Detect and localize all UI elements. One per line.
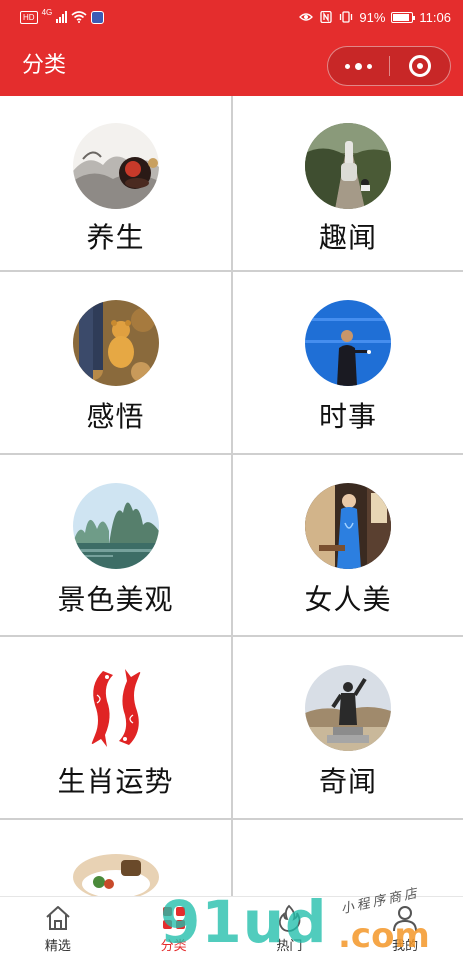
category-grid: 养生 趣闻 感悟 时事 景色美观 女人美 生肖运势 奇闻 [0,96,463,900]
app-notification-icon [91,10,105,24]
category-label: 生肖运势 [57,765,174,798]
speaker-on-stage-image [305,300,391,386]
status-bar: HD 4G 91% 11:06 [0,0,463,34]
network-type: 4G [41,8,53,17]
warrior-statue-image [305,665,391,751]
status-right: 91% 11:06 [299,8,451,26]
eye-icon [299,13,314,21]
tab-fenlei[interactable]: 分类 [116,897,232,960]
category-label: 养生 [86,221,145,254]
category-nvrenmei[interactable]: 女人美 [231,455,463,635]
target-close-icon [408,55,431,77]
wifi-icon [71,11,87,23]
status-left: HD 4G [20,8,105,26]
mini-program-capsule [327,46,451,86]
hd-badge: HD [20,10,38,24]
category-ganwu[interactable]: 感悟 [0,272,231,453]
category-empty [231,820,463,900]
battery-icon [391,11,416,23]
category-qiwen[interactable]: 奇闻 [231,637,463,818]
category-label: 女人美 [304,583,392,616]
category-label: 时事 [318,400,377,433]
category-jingse[interactable]: 景色美观 [0,455,231,635]
more-button[interactable] [328,47,389,85]
tab-label: 我的 [392,939,419,954]
category-yangsheng[interactable]: 养生 [0,96,231,270]
category-row [0,820,463,900]
more-dots-icon [345,63,350,69]
home-icon [46,906,70,930]
grid-icon [162,907,185,929]
tab-remen[interactable]: 热门 [232,897,348,960]
category-row: 生肖运势 奇闻 [0,637,463,820]
tab-label: 热门 [276,939,303,954]
vibrate-icon [340,11,353,23]
category-food[interactable] [0,820,231,900]
red-koi-fish-image [72,665,159,751]
tab-label: 分类 [160,939,187,954]
tab-label: 精选 [44,939,71,954]
signal-icon [56,11,68,23]
category-shishi[interactable]: 时事 [231,272,463,453]
flame-icon [279,904,301,932]
battery-percent: 91% [359,9,386,25]
ink-landscape-tea-image [72,123,159,209]
close-button[interactable] [390,47,450,85]
food-plate-image [72,854,159,900]
category-label: 景色美观 [57,583,174,616]
person-icon [393,906,418,932]
tab-wode[interactable]: 我的 [347,897,463,960]
category-label: 奇闻 [318,765,377,798]
woman-qipao-image [305,483,391,569]
status-time: 11:06 [419,9,451,25]
tab-jingxuan[interactable]: 精选 [0,897,116,960]
nav-bar: 分类 [0,34,463,96]
category-shengxiao[interactable]: 生肖运势 [0,637,231,818]
page-title: 分类 [22,53,67,78]
category-row: 感悟 时事 [0,272,463,455]
category-label: 趣闻 [318,221,377,254]
karst-mountains-river-image [72,483,159,569]
category-row: 养生 趣闻 [0,96,463,272]
horse-road-image [305,123,391,209]
category-quwen[interactable]: 趣闻 [231,96,463,270]
category-label: 感悟 [86,400,145,433]
teddy-bear-leaves-image [72,300,159,386]
tab-bar: 精选 分类 热门 我的 [0,896,463,960]
nfc-icon [320,11,333,23]
category-row: 景色美观 女人美 [0,455,463,637]
